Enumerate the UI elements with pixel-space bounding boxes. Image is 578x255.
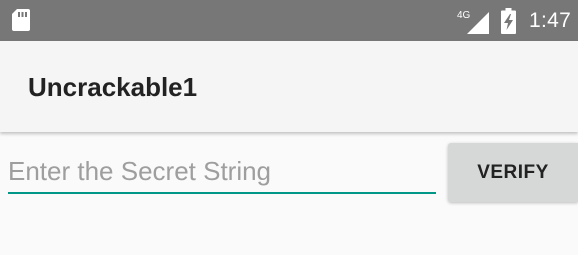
app-bar: Uncrackable1 (0, 41, 578, 132)
status-clock: 1:47 (529, 9, 572, 32)
battery-charging-icon (501, 8, 516, 34)
sd-card-icon (12, 9, 30, 31)
app-title: Uncrackable1 (28, 72, 198, 102)
cellular-signal-icon: 4G (457, 10, 489, 34)
verify-button[interactable]: VERIFY (448, 143, 578, 202)
status-bar: 4G 1:47 (0, 0, 578, 41)
secret-string-input[interactable] (8, 150, 436, 194)
network-type-label: 4G (457, 10, 471, 21)
